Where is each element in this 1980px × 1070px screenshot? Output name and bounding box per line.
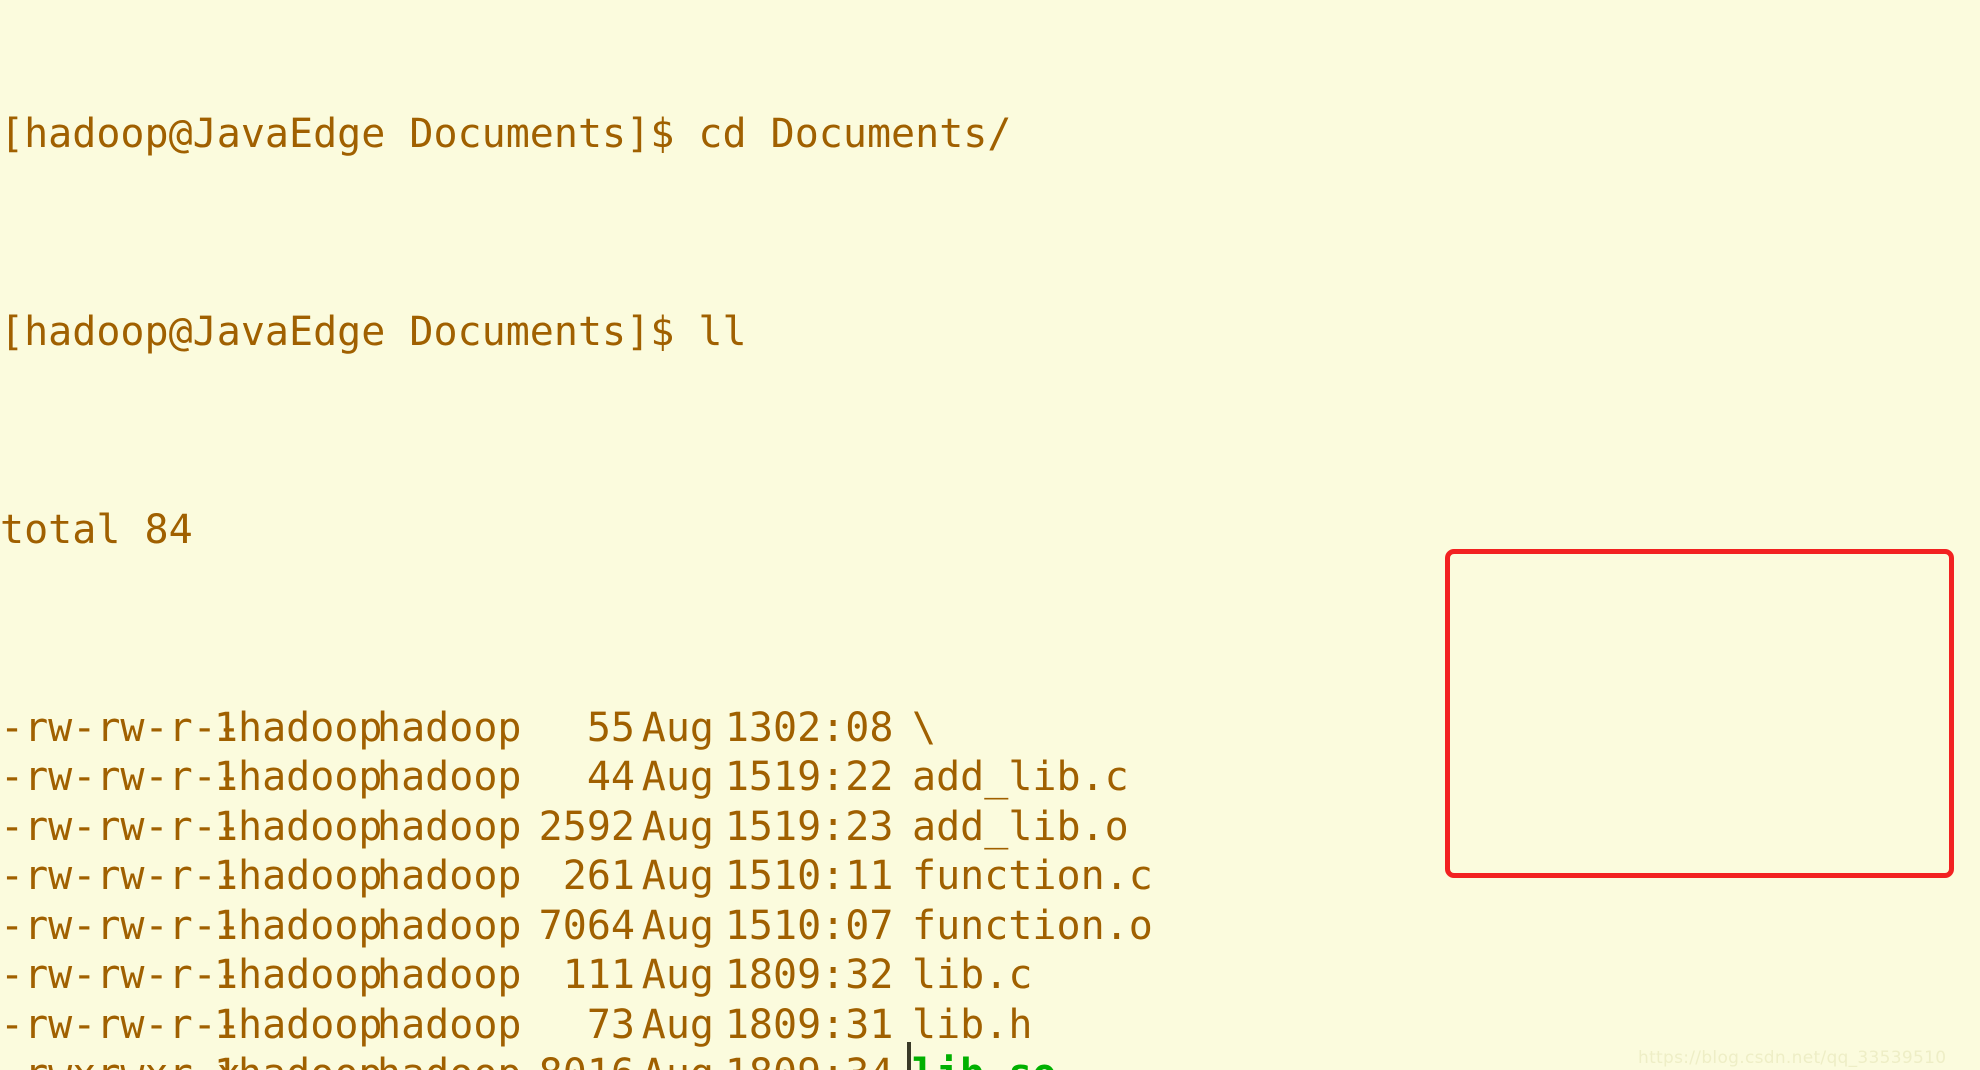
terminal-window[interactable]: [hadoop@JavaEdge Documents]$ cd Document… — [0, 0, 1980, 1070]
row-month: Aug — [641, 902, 714, 949]
row-permissions: -rw-rw-r-- — [0, 902, 241, 949]
row-owner: hadoop — [238, 803, 383, 850]
row-group: hadoop — [377, 902, 522, 949]
row-day: 15 — [724, 754, 773, 800]
row-group: hadoop — [377, 952, 522, 998]
row-filename[interactable]: add_lib.o — [892, 803, 1129, 853]
row-group: hadoop — [377, 754, 522, 800]
row-filename[interactable]: function.o — [892, 902, 1153, 952]
row-size: 7064 — [538, 902, 635, 949]
row-permissions: -rw-rw-r-- — [0, 803, 241, 850]
total-blocks-line: total 84 — [0, 506, 193, 553]
terminal-cursor — [907, 1042, 911, 1070]
file-row: -rw-rw-r--1hadoophadoop 2592 Aug 1519:23 add… — [0, 803, 1980, 853]
row-size: 8016 — [516, 1050, 635, 1070]
row-owner: hadoop — [238, 902, 383, 949]
row-size: 73 — [586, 1001, 635, 1048]
row-size: 261 — [562, 853, 635, 899]
row-day: 15 — [724, 902, 773, 949]
row-time: 19:23 — [773, 803, 894, 850]
row-day: 13 — [724, 704, 773, 751]
row-time: 09:31 — [773, 1001, 894, 1048]
row-link-count: 1 — [213, 1001, 238, 1048]
row-link-count: 1 — [198, 1050, 238, 1070]
row-owner: hadoop — [238, 952, 383, 998]
row-month: Aug — [641, 1001, 714, 1048]
row-owner: hadoop — [238, 704, 383, 751]
row-filename[interactable]: lib.c — [892, 951, 1032, 1001]
row-size: 44 — [586, 754, 635, 800]
file-row: -rw-rw-r--1hadoophadoop 44 Aug 1519:22 add_l… — [0, 753, 1980, 803]
row-group: hadoop — [377, 853, 522, 899]
row-permissions: -rw-rw-r-- — [0, 1001, 241, 1048]
row-link-count: 1 — [213, 754, 238, 800]
row-time: 09:32 — [773, 952, 894, 998]
row-filename[interactable]: lib.so — [892, 1050, 1057, 1070]
row-link-count: 1 — [213, 803, 238, 850]
row-permissions: -rw-rw-r-- — [0, 704, 241, 751]
row-owner: hadoop — [238, 1050, 383, 1070]
row-month: Aug — [641, 853, 714, 899]
row-permissions: -rwxrwxr-x — [0, 1050, 241, 1070]
row-day: 15 — [724, 853, 773, 899]
row-filename[interactable]: function.c — [892, 852, 1153, 902]
row-permissions: -rw-rw-r-- — [0, 952, 241, 998]
terminal-screen: [hadoop@JavaEdge Documents]$ cd Document… — [0, 0, 1980, 1070]
row-link-count: 1 — [213, 853, 238, 899]
watermark-text: https://blog.csdn.net/qq_33539510 — [1638, 1048, 1947, 1068]
row-month: Aug — [641, 952, 714, 998]
row-day: 15 — [724, 803, 773, 850]
file-row: -rw-rw-r--1hadoophadoop 261 Aug 1510:11 func… — [0, 852, 1980, 902]
row-filename[interactable]: \ — [892, 704, 936, 754]
row-permissions: -rw-rw-r-- — [0, 754, 241, 800]
row-time: 02:08 — [773, 704, 894, 751]
file-row: -rw-rw-r--1hadoophadoop 55 Aug 1302:08 \ — [0, 704, 1980, 754]
row-link-count: 1 — [213, 902, 238, 949]
row-day: 18 — [724, 1001, 773, 1048]
row-group: hadoop — [377, 704, 522, 751]
row-group: hadoop — [377, 1050, 522, 1070]
row-month: Aug — [641, 803, 714, 850]
scrollback-partial-line: [hadoop@JavaEdge Documents]$ cd Document… — [0, 110, 1012, 157]
row-group: hadoop — [377, 803, 522, 850]
row-group: hadoop — [377, 1001, 522, 1048]
row-owner: hadoop — [238, 1001, 383, 1048]
row-permissions: -rw-rw-r-- — [0, 853, 241, 899]
row-time: 10:11 — [773, 853, 894, 899]
row-month: Aug — [635, 1050, 714, 1070]
file-row: -rw-rw-r--1hadoophadoop 7064 Aug 1510:07 fun… — [0, 902, 1980, 952]
shell-prompt-line: [hadoop@JavaEdge Documents]$ ll — [0, 308, 747, 355]
file-listing: -rw-rw-r--1hadoophadoop 55 Aug 1302:08 \ -rw-… — [0, 704, 1980, 1070]
row-filename[interactable]: lib.h — [892, 1001, 1032, 1051]
row-day: 18 — [714, 1050, 773, 1070]
row-time: 19:22 — [773, 754, 894, 800]
row-month: Aug — [641, 704, 714, 751]
row-link-count: 1 — [213, 952, 238, 998]
row-size: 111 — [562, 952, 635, 998]
row-size: 55 — [586, 704, 635, 751]
row-size: 2592 — [538, 803, 635, 850]
row-owner: hadoop — [238, 754, 383, 800]
row-owner: hadoop — [238, 853, 383, 899]
row-filename[interactable]: add_lib.c — [892, 753, 1129, 803]
row-month: Aug — [641, 754, 714, 800]
row-day: 18 — [724, 952, 773, 998]
row-link-count: 1 — [213, 704, 238, 751]
file-row: -rw-rw-r--1hadoophadoop 111 Aug 1809:32 lib.… — [0, 951, 1980, 1001]
row-time: 10:07 — [773, 902, 894, 949]
row-time: 09:34 — [773, 1050, 893, 1070]
